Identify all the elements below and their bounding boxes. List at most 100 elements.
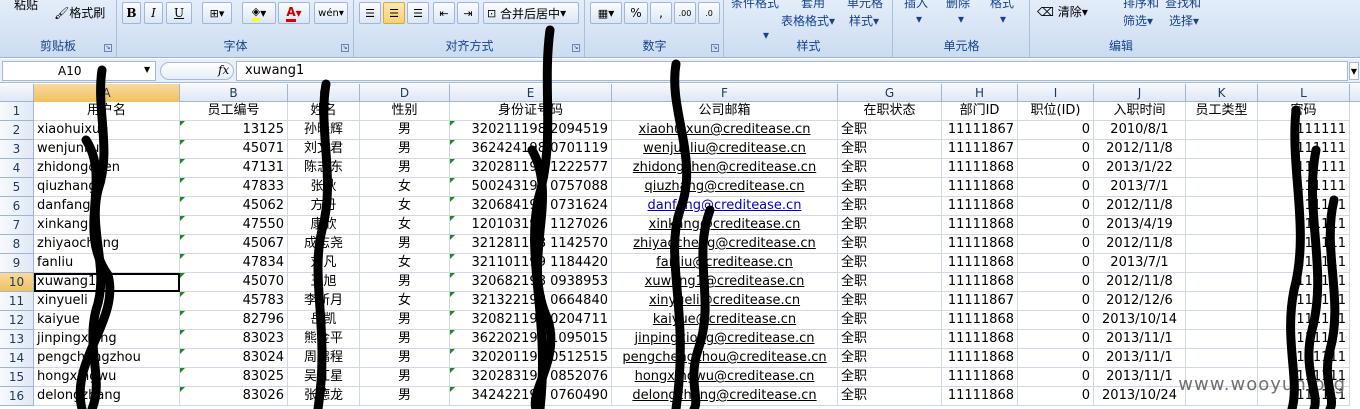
cell-l11[interactable]: 111111	[1258, 292, 1350, 311]
cell-g4[interactable]: 全职	[838, 159, 942, 178]
cell-e8[interactable]: 321281198 1142570	[450, 235, 612, 254]
cell-g5[interactable]: 全职	[838, 178, 942, 197]
cell-j16[interactable]: 2013/10/24	[1094, 387, 1186, 406]
cell-j1[interactable]: 入职时间	[1094, 102, 1186, 121]
italic-button[interactable]: I	[144, 2, 163, 24]
name-box-dropdown-icon[interactable]: ▼	[144, 65, 150, 74]
cell-b14[interactable]: 83024	[180, 349, 288, 368]
cell-e7[interactable]: 120103199 1127026	[450, 216, 612, 235]
cell-k8[interactable]	[1186, 235, 1258, 254]
cell-a8[interactable]: zhiyaocheng	[34, 235, 180, 254]
row-header[interactable]: 13	[0, 330, 34, 349]
column-header-e[interactable]: E	[450, 84, 612, 102]
cell-i13[interactable]: 0	[1018, 330, 1094, 349]
cell-h3[interactable]: 11111867	[942, 140, 1018, 159]
expand-formula-bar-icon[interactable]: ▼	[1349, 62, 1359, 80]
cell-f13[interactable]: jinpingxiong@creditease.cn	[612, 330, 838, 349]
cell-a12[interactable]: kaiyue	[34, 311, 180, 330]
cell-b7[interactable]: 47550	[180, 216, 288, 235]
cell-j9[interactable]: 2013/7/1	[1094, 254, 1186, 273]
cell-d7[interactable]: 女	[360, 216, 450, 235]
increase-indent-button[interactable]: ⇥	[457, 2, 479, 24]
cell-c10[interactable]: 王旭	[288, 273, 360, 292]
cell-e16[interactable]: 342422198 0760490	[450, 387, 612, 406]
clipboard-launcher-icon[interactable]: ↘	[104, 44, 112, 52]
cell-b8[interactable]: 45067	[180, 235, 288, 254]
format-painter-button[interactable]: 🖌格式刷	[54, 4, 105, 21]
cell-d8[interactable]: 男	[360, 235, 450, 254]
cell-j13[interactable]: 2013/11/1	[1094, 330, 1186, 349]
cell-c9[interactable]: 刘凡	[288, 254, 360, 273]
cell-a13[interactable]: jinpingxiong	[34, 330, 180, 349]
cell-g11[interactable]: 全职	[838, 292, 942, 311]
row-header[interactable]: 10	[0, 273, 34, 292]
cell-e10[interactable]: 320682198 0938953	[450, 273, 612, 292]
decrease-indent-button[interactable]: ⇤	[433, 2, 455, 24]
cell-f10[interactable]: xuwang1@creditease.cn	[612, 273, 838, 292]
cell-c16[interactable]: 张德龙	[288, 387, 360, 406]
cell-c5[interactable]: 张秋	[288, 178, 360, 197]
cell-d9[interactable]: 女	[360, 254, 450, 273]
cell-a6[interactable]: danfang	[34, 197, 180, 216]
cell-l4[interactable]: 111111	[1258, 159, 1350, 178]
cell-e3[interactable]: 362424198 0701119	[450, 140, 612, 159]
cell-b12[interactable]: 82796	[180, 311, 288, 330]
cell-d15[interactable]: 男	[360, 368, 450, 387]
row-header[interactable]: 7	[0, 216, 34, 235]
cell-c13[interactable]: 熊金平	[288, 330, 360, 349]
cell-e2[interactable]: 320211198 2094519	[450, 121, 612, 140]
cell-e14[interactable]: 320201199 0512515	[450, 349, 612, 368]
select-all-corner[interactable]	[0, 84, 34, 102]
number-launcher-icon[interactable]: ↘	[711, 44, 719, 52]
cell-d12[interactable]: 男	[360, 311, 450, 330]
column-header-i[interactable]: I	[1018, 84, 1094, 102]
cell-i1[interactable]: 职位(ID)	[1018, 102, 1094, 121]
cell-f2[interactable]: xiaohuixun@creditease.cn	[612, 121, 838, 140]
percent-style-button[interactable]: %	[624, 2, 648, 24]
cell-f9[interactable]: fanliu@creditease.cn	[612, 254, 838, 273]
decrease-decimal-button[interactable]: .0	[698, 2, 720, 24]
cell-i6[interactable]: 0	[1018, 197, 1094, 216]
column-header-b[interactable]: B	[180, 84, 288, 102]
cell-c12[interactable]: 岳凯	[288, 311, 360, 330]
find-select-button[interactable]: 选择▾	[1169, 12, 1199, 29]
cell-k3[interactable]	[1186, 140, 1258, 159]
cell-l9[interactable]: 111111	[1258, 254, 1350, 273]
cell-l13[interactable]: 111111	[1258, 330, 1350, 349]
delete-button[interactable]: 删除	[946, 0, 970, 11]
cell-f1[interactable]: 公司邮箱	[612, 102, 838, 121]
cell-styles-button[interactable]: 样式▾	[849, 12, 879, 29]
cell-a15[interactable]: hongxingwu	[34, 368, 180, 387]
bold-button[interactable]: B	[122, 2, 141, 24]
cell-c4[interactable]: 陈志东	[288, 159, 360, 178]
column-header-d[interactable]: D	[360, 84, 450, 102]
cell-e15[interactable]: 320283198 0852076	[450, 368, 612, 387]
cell-a16[interactable]: delongzhang	[34, 387, 180, 406]
fill-color-button[interactable]: ◈ ▾	[242, 2, 276, 24]
cell-g14[interactable]: 全职	[838, 349, 942, 368]
cell-f15[interactable]: hongxingwu@creditease.cn	[612, 368, 838, 387]
cell-b6[interactable]: 45062	[180, 197, 288, 216]
increase-decimal-button[interactable]: .00	[674, 2, 696, 24]
cell-j2[interactable]: 2010/8/1	[1094, 121, 1186, 140]
cell-l12[interactable]: 111111	[1258, 311, 1350, 330]
cell-d5[interactable]: 女	[360, 178, 450, 197]
cell-e5[interactable]: 500243199 0757088	[450, 178, 612, 197]
cell-e11[interactable]: 321322198 0664840	[450, 292, 612, 311]
row-header[interactable]: 5	[0, 178, 34, 197]
cell-c2[interactable]: 孙晓辉	[288, 121, 360, 140]
row-header[interactable]: 11	[0, 292, 34, 311]
cell-h15[interactable]: 11111868	[942, 368, 1018, 387]
cell-h14[interactable]: 11111868	[942, 349, 1018, 368]
cell-k14[interactable]	[1186, 349, 1258, 368]
cell-b13[interactable]: 83023	[180, 330, 288, 349]
cell-e4[interactable]: 320281198 1222577	[450, 159, 612, 178]
cell-a2[interactable]: xiaohuixun	[34, 121, 180, 140]
cell-j3[interactable]: 2012/11/8	[1094, 140, 1186, 159]
cell-k5[interactable]	[1186, 178, 1258, 197]
accounting-format-button[interactable]: ▦ ▾	[590, 2, 622, 24]
cell-b1[interactable]: 员工编号	[180, 102, 288, 121]
cell-k10[interactable]	[1186, 273, 1258, 292]
cell-b5[interactable]: 47833	[180, 178, 288, 197]
cell-h13[interactable]: 11111868	[942, 330, 1018, 349]
